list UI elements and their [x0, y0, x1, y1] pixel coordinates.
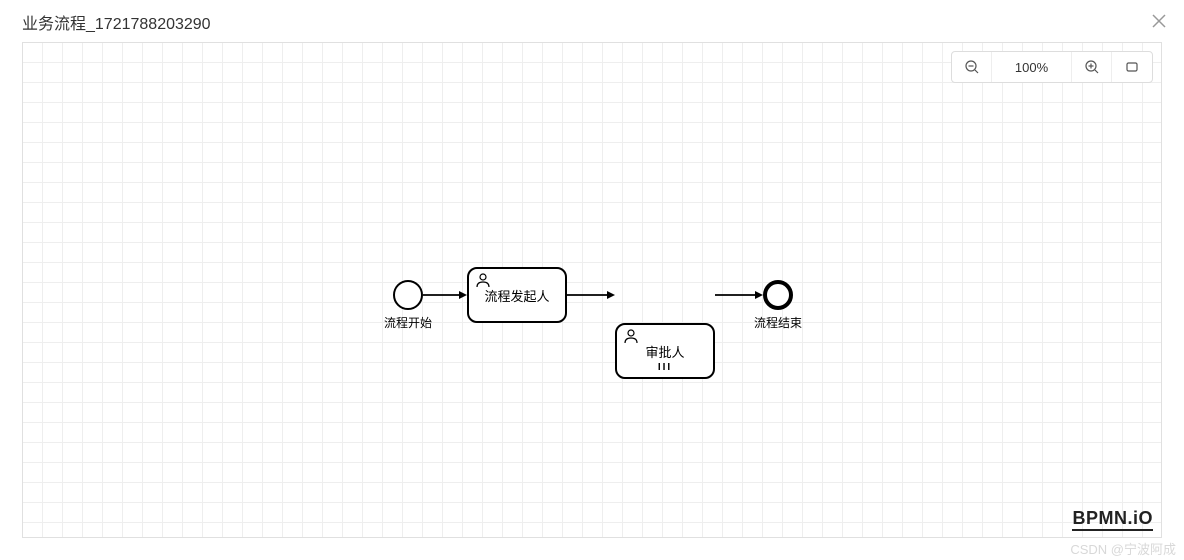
watermark-text: CSDN @宁波阿成: [1070, 539, 1176, 558]
zoom-toolbar: 100%: [951, 51, 1153, 83]
task-label: 流程发起人: [484, 286, 549, 305]
zoom-out-button[interactable]: [952, 52, 992, 82]
user-task-icon: [475, 272, 491, 291]
end-event-circle: [763, 280, 793, 310]
start-event[interactable]: 流程开始: [393, 280, 423, 310]
bpmn-canvas[interactable]: 100% 流程开始 流程发起人: [22, 42, 1162, 538]
close-button[interactable]: [1152, 13, 1166, 31]
end-event[interactable]: 流程结束: [763, 280, 793, 310]
task-label: 审批人: [645, 342, 684, 361]
sequence-flow-3[interactable]: [715, 290, 763, 300]
page-title: 业务流程_1721788203290: [22, 10, 211, 34]
start-event-circle: [393, 280, 423, 310]
fit-viewport-icon: [1125, 60, 1139, 74]
fit-viewport-button[interactable]: [1112, 52, 1152, 82]
user-task-icon: [623, 328, 639, 347]
diagram-layer: 流程开始 流程发起人 审批人 III: [23, 43, 1161, 537]
zoom-level-display[interactable]: 100%: [992, 52, 1072, 82]
user-task-initiator[interactable]: 流程发起人: [467, 267, 567, 323]
zoom-out-icon: [965, 60, 979, 74]
start-event-label: 流程开始: [384, 314, 432, 331]
bpmn-io-logo[interactable]: BPMN.iO: [1072, 508, 1153, 531]
zoom-in-icon: [1085, 60, 1099, 74]
multi-instance-marker: III: [658, 362, 672, 373]
modal-header: 业务流程_1721788203290: [0, 0, 1184, 42]
zoom-in-button[interactable]: [1072, 52, 1112, 82]
close-icon: [1152, 14, 1166, 28]
user-task-approver[interactable]: 审批人 III: [615, 323, 715, 379]
sequence-flow-2[interactable]: [567, 290, 615, 300]
end-event-label: 流程结束: [754, 314, 802, 331]
sequence-flow-1[interactable]: [423, 290, 467, 300]
